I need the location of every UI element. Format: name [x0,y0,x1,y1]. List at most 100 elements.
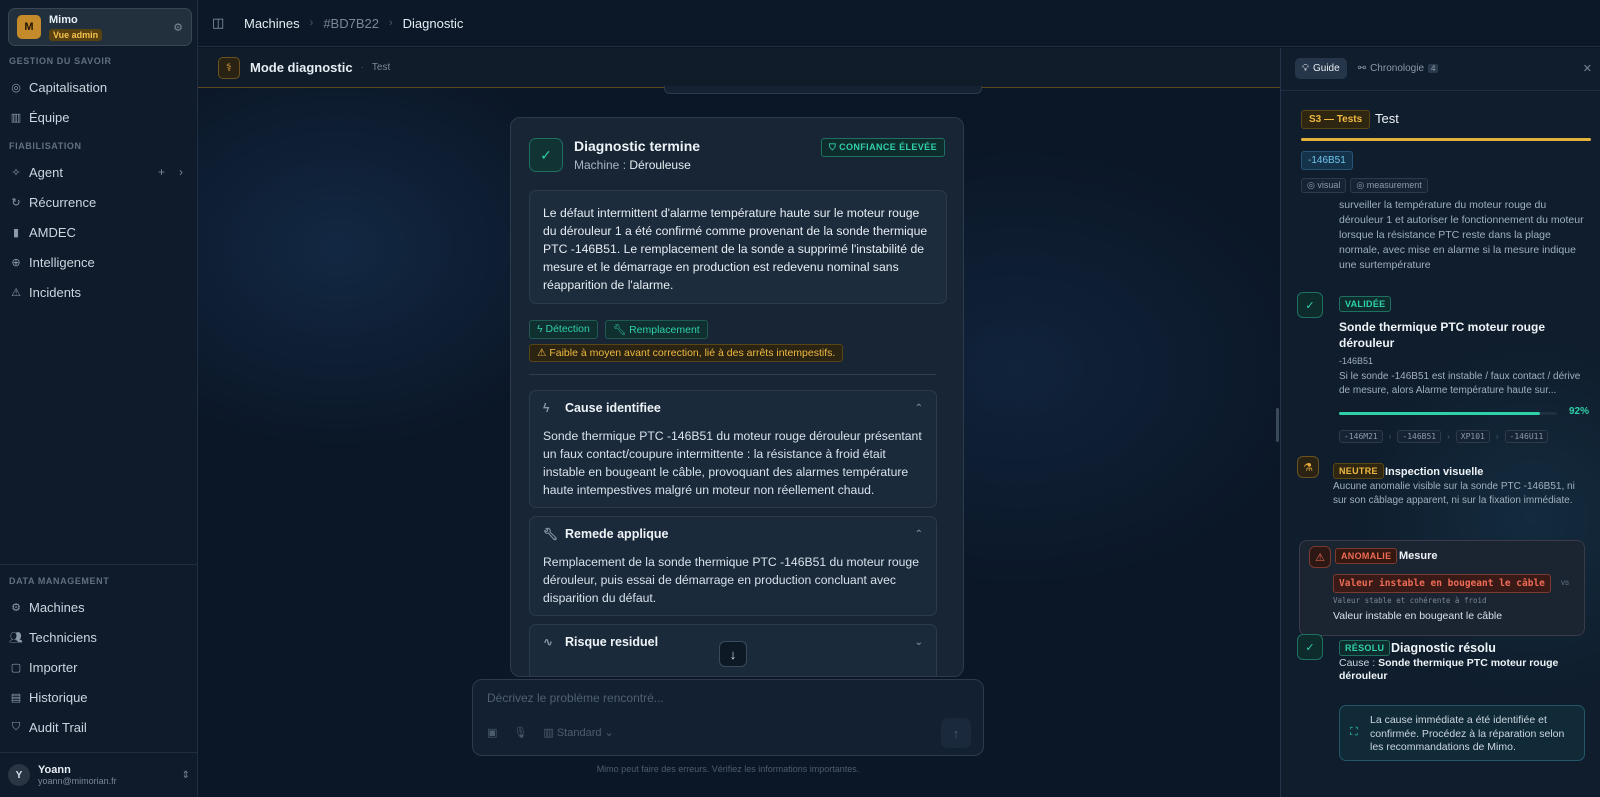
resolution-note: ⛶ La cause immédiate a été identifiée et… [1339,705,1585,761]
gear-icon[interactable]: ⚙ [173,21,183,34]
chip-visual: ◎ visual [1301,178,1347,193]
cause-title: Cause identifiee [565,401,661,415]
sidebar-item-recurrence[interactable]: ↻ Récurrence [9,191,189,213]
history-icon: ▤ [10,691,22,704]
check-circle-icon: ✓ [1297,634,1323,660]
expected-value: Valeur stable et cohérente à froid [1333,596,1487,605]
step-title: Test [1375,111,1399,126]
globe-icon: ⊕ [11,256,21,269]
breadcrumb-machine-id[interactable]: #BD7B22 [323,16,379,31]
warning-icon: ⚠ [11,286,21,299]
sidebar-item-label: Audit Trail [29,719,87,735]
chevron-right-icon: › [1495,432,1499,441]
confidence-badge: ⛉ CONFIANCE ÉLEVÉE [821,138,945,157]
resolved-badge: RÉSOLU [1339,640,1391,656]
sidebar-toggle-icon[interactable]: ◫ [212,15,232,31]
tab-guide[interactable]: 💡︎ Guide [1295,58,1347,79]
cause-section[interactable]: ϟ Cause identifiee ⌃ Sonde thermique PTC… [529,390,937,508]
versus-label: vs [1561,578,1569,587]
chevron-right-icon: › [388,17,393,29]
remedy-section[interactable]: 🔧︎ Remede applique ⌃ Remplacement de la … [529,516,937,616]
machine-line: Machine : Dérouleuse [574,158,691,172]
sidebar-item-techniciens[interactable]: 👥︎ Techniciens [9,626,189,648]
neutral-title: Inspection visuelle [1385,466,1484,478]
shield-icon: ⛉ [11,720,21,733]
check-circle-icon: ◎ [1356,180,1367,190]
resolved-title: Diagnostic résolu [1391,641,1496,655]
pipeline-node: XP101 [1455,430,1490,443]
wrench-icon: 🔧︎ [612,324,630,336]
arrow-up-icon: ↑ [952,725,960,741]
resolved-cause: Cause : Sonde thermique PTC moteur rouge… [1339,657,1559,682]
gear-icon: ⚙ [11,601,21,614]
section-reliability: FIABILISATION [9,141,82,151]
sidebar-item-label: Techniciens [29,629,97,645]
composer-input[interactable]: Décrivez le problème rencontré... [487,691,664,705]
risk-warning: ⚠ Faible à moyen avant correction, lié à… [529,344,844,362]
section-data: DATA MANAGEMENT [9,576,110,586]
warning-icon: ⚠ [1309,546,1331,568]
sidebar-item-label: Incidents [29,284,82,300]
message-composer[interactable]: Décrivez le problème rencontré... ▣ 🎙︎ ▥… [472,679,984,756]
sidebar-item-intelligence[interactable]: ⊕ Intelligence [9,251,189,273]
check-circle-icon: ✓ [529,138,563,172]
resolution-text: La cause immédiate a été identifiée et c… [1370,714,1565,753]
close-icon[interactable]: ✕ [1583,62,1592,75]
confidence-percent: 92% [1569,406,1590,417]
chip-detection: ϟ Détection [529,320,598,339]
send-button[interactable]: ↑ [941,718,971,748]
lightbulb-icon: 💡︎ [1302,63,1309,74]
sidebar-item-label: Machines [29,599,85,615]
users-icon: 👥︎ [9,631,23,644]
mode-bar: ⚕ Mode diagnostic · Test [198,48,1280,88]
stethoscope-icon: ⚕ [218,56,240,79]
sidebar-item-amdec[interactable]: ▮ AMDEC [9,221,189,243]
recurrence-icon: ↻ [11,196,21,209]
cause-body: Sonde thermique PTC -146B51 du moteur ro… [543,429,922,497]
previous-message-card [664,86,982,94]
card-title: Diagnostic termine [574,138,701,154]
diagnostic-summary: Le défaut intermittent d'alarme températ… [529,190,947,304]
chip-replacement: 🔧︎ Remplacement [604,320,708,339]
chevron-right-icon[interactable]: › [179,165,183,179]
workspace-switcher[interactable]: M Mimo Vue admin ⚙ [8,8,192,46]
sidebar-item-label: Récurrence [29,194,97,210]
add-icon[interactable]: + [158,165,165,179]
breadcrumb: Machines › #BD7B22 › Diagnostic [244,16,463,31]
activity-icon: ∿ [543,635,554,649]
panel-resize-handle[interactable] [1276,408,1279,442]
intro-text: surveiller la température du moteur roug… [1339,199,1584,271]
tab-chronologie[interactable]: ⚯ Chronologie 4 [1351,58,1446,79]
sidebar-item-importer[interactable]: ▢ Importer [9,656,189,678]
avatar: Y [8,764,30,786]
scroll-down-button[interactable]: ↓ [719,641,747,667]
sidebar-item-historique[interactable]: ▤ Historique [9,686,189,708]
sidebar-item-label: Importer [29,659,78,675]
check-circle-icon: ✓ [1297,292,1323,318]
chevron-up-down-icon[interactable]: ⇕ [182,770,190,781]
chevron-up-icon[interactable]: ⌃ [915,529,923,540]
breadcrumb-diagnostic: Diagnostic [402,15,464,31]
chevron-down-icon[interactable]: ⌄ [915,637,923,648]
chart-icon: ▮ [12,226,20,239]
sidebar-item-capitalisation[interactable]: ◎ Capitalisation [9,76,189,98]
sidebar-item-machines[interactable]: ⚙ Machines [9,596,189,618]
component-pipeline: -146M21 › -146B51 › XP101 › -146U11 [1339,430,1549,443]
user-menu[interactable]: Y Yoann yoann@mimorian.fr ⇕ [0,752,198,797]
book-icon: ▥ [10,111,22,124]
chevron-up-icon[interactable]: ⌃ [915,403,923,414]
breadcrumb-machines[interactable]: Machines [244,16,300,31]
diagnostic-result-card: ✓ Diagnostic termine Machine : Dérouleus… [510,117,964,677]
section-knowledge: GESTION DU SAVOIR [9,56,112,66]
main-area: ⚕ Mode diagnostic · Test ✓ Diagnostic te… [198,48,1280,797]
shield-icon: ⛉ [829,142,840,152]
sidebar-item-incidents[interactable]: ⚠ Incidents [9,281,189,303]
mode-selector[interactable]: ▥ Standard ⌄ [543,726,613,739]
sidebar-item-label: AMDEC [29,224,76,240]
admin-badge: Vue admin [49,28,103,41]
image-icon[interactable]: ▣ [487,726,497,739]
sidebar-item-agent[interactable]: ✧ Agent + › [9,161,189,183]
sidebar-item-audit-trail[interactable]: ⛉ Audit Trail [9,716,189,738]
microphone-icon[interactable]: 🎙︎ [513,726,527,739]
sidebar-item-equipe[interactable]: ▥ Équipe [9,106,189,128]
